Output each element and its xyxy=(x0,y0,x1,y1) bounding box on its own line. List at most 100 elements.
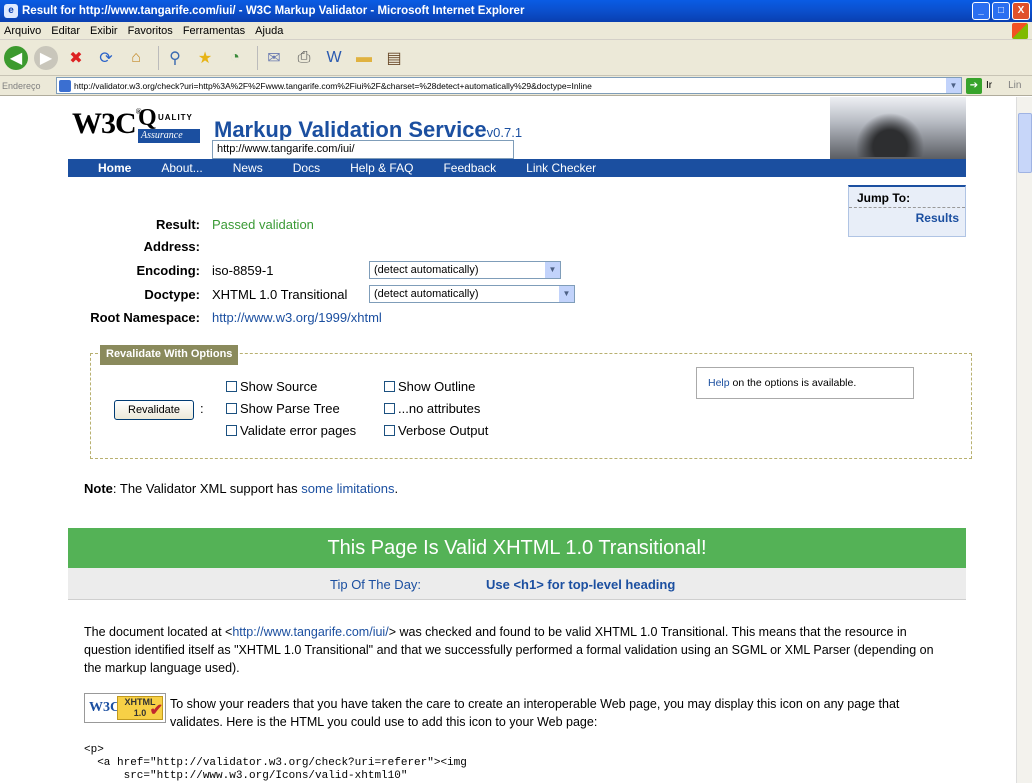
print-icon[interactable]: ⎙ xyxy=(292,46,316,70)
checkbox[interactable] xyxy=(226,425,237,436)
window-controls: _ □ X xyxy=(972,2,1030,20)
toolbar-separator xyxy=(257,45,258,70)
option-show-outline[interactable]: Show Outline xyxy=(384,379,475,394)
chevron-down-icon[interactable]: ▼ xyxy=(545,262,560,278)
checkbox[interactable] xyxy=(226,403,237,414)
vertical-scrollbar[interactable] xyxy=(1016,97,1032,783)
toolbar: ◀ ▶ ✖ ⟳ ⌂ ⚲ ★ ◔ ✉ ⎙ W ▬ ▤ xyxy=(0,40,1032,76)
options-help-box: Help on the options is available. xyxy=(696,367,914,399)
revalidate-button[interactable]: Revalidate xyxy=(114,400,194,420)
go-button[interactable]: Ir xyxy=(986,80,992,91)
xml-note: Note: The Validator XML support has some… xyxy=(84,481,399,496)
menu-favoritos[interactable]: Favoritos xyxy=(128,25,173,37)
revalidate-colon: : xyxy=(200,401,204,416)
page-icon xyxy=(59,79,71,92)
badge-description: To show your readers that you have taken… xyxy=(170,697,900,729)
checkmark-icon: ✔ xyxy=(149,702,163,719)
encoding-select[interactable]: (detect automatically) ▼ xyxy=(369,261,561,279)
tip-text[interactable]: Use <h1> for top-level heading xyxy=(486,577,675,592)
menu-exibir[interactable]: Exibir xyxy=(90,25,118,37)
search-icon[interactable]: ⚲ xyxy=(163,46,187,70)
doctype-label: Doctype: xyxy=(144,287,200,302)
jump-to-results-link[interactable]: Results xyxy=(916,211,959,225)
checkbox[interactable] xyxy=(384,381,395,392)
valid-banner: This Page Is Valid XHTML 1.0 Transitiona… xyxy=(68,528,966,568)
result-value: Passed validation xyxy=(212,217,314,232)
address-row-label: Address: xyxy=(143,239,200,254)
refresh-icon[interactable]: ⟳ xyxy=(94,46,118,70)
encoding-value: iso-8859-1 xyxy=(212,263,274,278)
banner-tree-image xyxy=(830,97,966,159)
back-icon[interactable]: ◀ xyxy=(4,45,28,70)
menu-arquivo[interactable]: Arquivo xyxy=(4,25,41,37)
menu-ferramentas[interactable]: Ferramentas xyxy=(183,25,245,37)
tip-of-the-day: Tip Of The Day: Use <h1> for top-level h… xyxy=(68,568,966,600)
qa-logo[interactable]: Q UALITY Assurance xyxy=(138,105,200,145)
favorites-star-icon[interactable]: ★ xyxy=(193,46,217,70)
checked-url-link[interactable]: http://www.tangarife.com/iui/ xyxy=(232,625,388,639)
url-field[interactable]: http://validator.w3.org/check?uri=http%3… xyxy=(56,77,962,94)
w3c-logo[interactable]: W3C® xyxy=(72,107,142,141)
address-input[interactable]: http://www.tangarife.com/iui/ xyxy=(212,140,514,159)
w3c-banner: W3C® Q UALITY Assurance Markup Validatio… xyxy=(68,97,966,159)
stop-icon[interactable]: ✖ xyxy=(64,46,88,70)
ie-icon: e xyxy=(4,4,18,18)
chevron-down-icon[interactable]: ▼ xyxy=(946,78,961,93)
menu-ajuda[interactable]: Ajuda xyxy=(255,25,283,37)
window-title: Result for http://www.tangarife.com/iui/… xyxy=(22,5,525,17)
result-label: Result: xyxy=(155,217,200,232)
forward-icon[interactable]: ▶ xyxy=(34,45,58,70)
revalidate-legend: Revalidate With Options xyxy=(100,345,239,365)
research-icon[interactable]: ▤ xyxy=(382,46,406,70)
doctype-value: XHTML 1.0 Transitional xyxy=(212,287,348,302)
scrollbar-thumb[interactable] xyxy=(1018,113,1032,173)
history-icon[interactable]: ◔ xyxy=(223,46,247,70)
toolbar-separator xyxy=(158,45,159,70)
tip-label[interactable]: Tip Of The Day: xyxy=(330,577,421,592)
option-show-source[interactable]: Show Source xyxy=(226,379,317,394)
encoding-label: Encoding: xyxy=(136,263,200,278)
windows-logo-icon xyxy=(1012,23,1028,39)
jump-to-divider xyxy=(849,207,965,208)
root-namespace-link[interactable]: http://www.w3.org/1999/xhtml xyxy=(212,310,382,325)
nav-docs[interactable]: Docs xyxy=(293,161,320,175)
page-viewport: W3C® Q UALITY Assurance Markup Validatio… xyxy=(0,97,1016,783)
nav-help-faq[interactable]: Help & FAQ xyxy=(350,161,413,175)
help-link[interactable]: Help xyxy=(708,377,730,389)
nav-about[interactable]: About... xyxy=(161,161,202,175)
go-arrow-icon[interactable]: ➔ xyxy=(966,77,982,94)
url-text: http://validator.w3.org/check?uri=http%3… xyxy=(74,80,592,91)
checkbox[interactable] xyxy=(384,425,395,436)
close-button[interactable]: X xyxy=(1012,2,1030,20)
links-label[interactable]: Lin xyxy=(1008,80,1021,91)
nav-link-checker[interactable]: Link Checker xyxy=(526,161,596,175)
valid-explanation: The document located at <http://www.tang… xyxy=(84,625,934,675)
edit-icon[interactable]: W xyxy=(322,46,346,70)
option-show-parse-tree[interactable]: Show Parse Tree xyxy=(226,401,340,416)
mail-icon[interactable]: ✉ xyxy=(262,46,286,70)
menu-editar[interactable]: Editar xyxy=(51,25,80,37)
some-limitations-link[interactable]: some limitations xyxy=(301,481,394,496)
option-validate-error-pages[interactable]: Validate error pages xyxy=(226,423,356,438)
nav-feedback[interactable]: Feedback xyxy=(443,161,496,175)
folder-icon[interactable]: ▬ xyxy=(352,46,376,70)
menu-bar: Arquivo Editar Exibir Favoritos Ferramen… xyxy=(0,22,1032,40)
valid-xhtml-badge[interactable]: W3C XHTML 1.0 ✔ xyxy=(84,693,166,723)
checkbox[interactable] xyxy=(226,381,237,392)
nav-news[interactable]: News xyxy=(233,161,263,175)
option-verbose-output[interactable]: Verbose Output xyxy=(384,423,488,438)
maximize-button[interactable]: □ xyxy=(992,2,1010,20)
home-icon[interactable]: ⌂ xyxy=(124,46,148,70)
root-namespace-label: Root Namespace: xyxy=(90,310,200,325)
window-title-bar[interactable]: e Result for http://www.tangarife.com/iu… xyxy=(0,0,1032,22)
option-no-attributes[interactable]: ...no attributes xyxy=(384,401,480,416)
address-label: Endereço xyxy=(2,80,41,91)
doctype-select[interactable]: (detect automatically) ▼ xyxy=(369,285,575,303)
jump-to-title: Jump To: xyxy=(857,191,911,205)
main-nav: Home About... News Docs Help & FAQ Feedb… xyxy=(68,159,966,177)
chevron-down-icon[interactable]: ▼ xyxy=(559,286,574,302)
nav-home[interactable]: Home xyxy=(98,161,131,175)
minimize-button[interactable]: _ xyxy=(972,2,990,20)
address-bar: Endereço http://validator.w3.org/check?u… xyxy=(0,76,1032,96)
checkbox[interactable] xyxy=(384,403,395,414)
